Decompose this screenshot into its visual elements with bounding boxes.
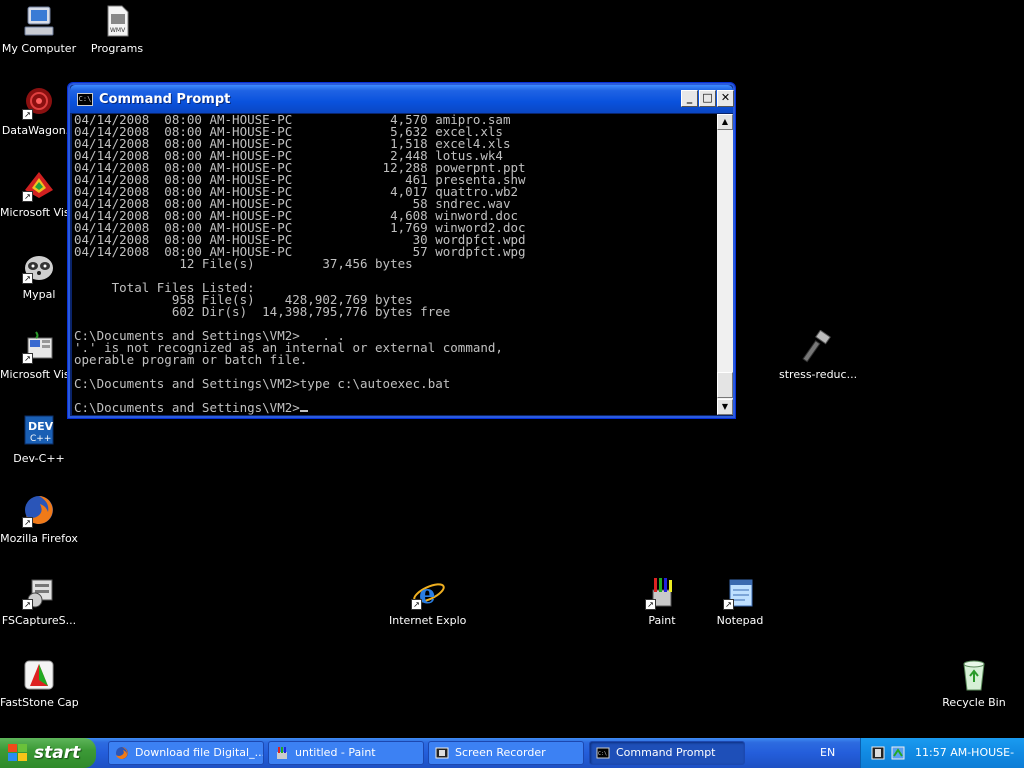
shortcut-arrow-icon: ↗ (22, 353, 33, 364)
console-output[interactable]: 04/14/2008 08:00 AM-HOUSE-PC 4,570 amipr… (72, 114, 717, 415)
shortcut-arrow-icon: ↗ (22, 191, 33, 202)
svg-text:C:\: C:\ (598, 751, 607, 757)
taskbar-button-screen-recorder[interactable]: Screen Recorder (428, 741, 584, 765)
desktop-icon-paint[interactable]: ↗ Paint (623, 576, 701, 627)
desktop-icon-label: Dev-C++ (13, 452, 65, 465)
firefox-icon (116, 747, 128, 759)
desktop-icon-firefox[interactable]: ↗ Mozilla Firefox (0, 494, 78, 545)
taskbar-button-paint[interactable]: untitled - Paint (268, 741, 424, 765)
task-label: untitled - Paint (295, 746, 376, 759)
recycle-bin-icon (957, 658, 991, 692)
minimize-button[interactable]: _ (681, 90, 698, 107)
console-line: 602 Dir(s) 14,398,795,776 bytes free (74, 304, 451, 319)
desktop-icon-programs[interactable]: WMV Programs (78, 4, 156, 55)
wmv-file-icon: WMV (100, 4, 134, 38)
console-line: C:\Documents and Settings\VM2> (74, 401, 717, 414)
desktop-icon-label: FSCaptureS... (1, 614, 77, 627)
desktop-icon-notepad[interactable]: ↗ Notepad (701, 576, 779, 627)
text-cursor (299, 410, 308, 412)
system-tray: 11:57 AM-HOUSE-PC (860, 738, 1024, 768)
shortcut-arrow-icon: ↗ (22, 599, 33, 610)
desktop-icon-internet-explorer[interactable]: e ↗ Internet Explorer (389, 576, 467, 627)
desktop-icon-label: My Computer (1, 42, 77, 55)
start-label: start (34, 743, 81, 763)
clock: 11:57 AM-HOUSE-PC (915, 746, 1015, 759)
paint-icon (277, 747, 287, 759)
desktop-icon-faststone-capture[interactable]: FastStone Capture (0, 658, 78, 709)
console-icon: C:\ (596, 747, 610, 759)
internet-explorer-icon: e ↗ (411, 576, 445, 610)
window-title: Command Prompt (99, 92, 231, 107)
network-icon[interactable] (891, 746, 905, 760)
shortcut-arrow-icon: ↗ (411, 599, 422, 610)
windows-flag-icon (8, 744, 28, 762)
window-titlebar[interactable]: C:\ Command Prompt _ □ ✕ (70, 85, 734, 113)
shortcut-arrow-icon: ↗ (645, 599, 656, 610)
close-button[interactable]: ✕ (717, 90, 734, 107)
task-label: Command Prompt (616, 746, 716, 759)
svg-text:WMV: WMV (110, 27, 126, 34)
svg-text:C++: C++ (30, 434, 51, 444)
faststone-capture-icon (22, 658, 56, 692)
visual-basic-icon: ↗ (22, 330, 56, 364)
datawagon-icon: ↗ (22, 86, 56, 120)
taskbar: start Download file Digital_... untitled… (0, 738, 1024, 768)
desktop-icon-stress-reducer[interactable]: stress-reduc... (779, 329, 857, 381)
hammer-icon (801, 329, 835, 364)
shortcut-arrow-icon: ↗ (22, 273, 33, 284)
desktop-icon-label: Paint (648, 614, 676, 627)
taskbar-button-command-prompt[interactable]: C:\ Command Prompt (589, 741, 745, 765)
desktop-icon-fscapture-setup[interactable]: ↗ FSCaptureS... (0, 576, 78, 627)
shortcut-arrow-icon: ↗ (22, 109, 33, 120)
desktop-icon-recycle-bin[interactable]: Recycle Bin (935, 658, 1013, 709)
shortcut-arrow-icon: ↗ (22, 517, 33, 528)
firefox-icon: ↗ (22, 494, 56, 528)
shortcut-arrow-icon: ↗ (723, 599, 734, 610)
notepad-icon: ↗ (723, 576, 757, 610)
console-line: operable program or batch file. (74, 352, 308, 367)
vertical-scrollbar[interactable]: ▲ ▼ (717, 114, 733, 415)
console-line: 12 File(s) 37,456 bytes (74, 256, 413, 271)
console-icon: C:\ (77, 93, 93, 106)
desktop-icon-my-computer[interactable]: My Computer (0, 4, 78, 55)
scroll-up-button[interactable]: ▲ (717, 114, 733, 130)
paint-icon: ↗ (645, 576, 679, 610)
desktop-icon-dev-cpp[interactable]: DEV C++ Dev-C++ (0, 414, 78, 465)
start-button[interactable]: start (0, 738, 96, 768)
desktop-icon-label: Programs (90, 42, 144, 55)
film-strip-icon (435, 747, 449, 759)
maximize-button[interactable]: □ (699, 90, 716, 107)
desktop-icon-label: Mozilla Firefox (0, 532, 78, 545)
scroll-down-button[interactable]: ▼ (717, 399, 733, 415)
language-indicator[interactable]: EN (820, 738, 835, 768)
task-label: Download file Digital_... (135, 746, 264, 759)
desktop-icon-label: Recycle Bin (942, 696, 1006, 709)
desktop-icon-label: Notepad (716, 614, 764, 627)
scroll-thumb[interactable] (717, 372, 733, 398)
desktop-icon-label: stress-reduc... (779, 368, 857, 381)
computer-icon (22, 4, 56, 38)
dev-cpp-icon: DEV C++ (22, 414, 56, 448)
visual-cpp-icon: ↗ (22, 168, 56, 202)
mypal-raccoon-icon: ↗ (22, 250, 56, 284)
svg-text:DEV: DEV (28, 420, 54, 433)
console-line: C:\Documents and Settings\VM2>type c:\au… (74, 376, 451, 391)
taskbar-button-firefox-download[interactable]: Download file Digital_... (108, 741, 264, 765)
desktop-icon-label: Internet Explorer (389, 614, 467, 627)
installer-icon: ↗ (22, 576, 56, 610)
command-prompt-window[interactable]: C:\ Command Prompt _ □ ✕ 04/14/2008 08:0… (67, 82, 736, 419)
task-label: Screen Recorder (455, 746, 546, 759)
film-strip-icon[interactable] (871, 746, 885, 760)
desktop-icon-label: FastStone Capture (0, 696, 78, 709)
